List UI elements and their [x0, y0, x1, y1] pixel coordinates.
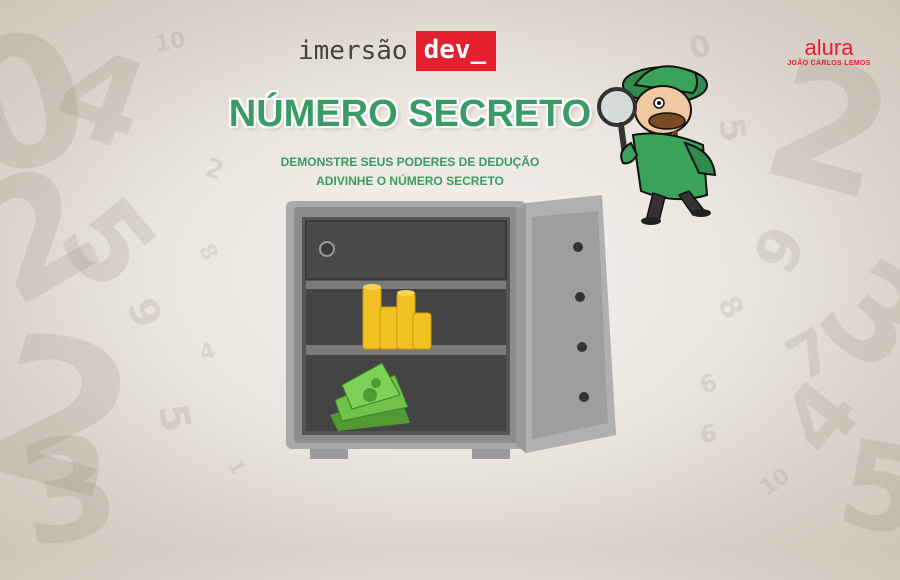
- logo-badge: dev_: [415, 31, 497, 71]
- bg-number: 3: [6, 402, 131, 580]
- subtitle-line-2: ADIVINHE O NÚMERO SECRETO: [316, 174, 504, 188]
- bg-number: 3: [791, 228, 900, 404]
- bg-number: 0: [0, 0, 111, 222]
- bg-number: 1: [223, 454, 251, 480]
- subtitle-line-1: DEMONSTRE SEUS PODERES DE DEDUÇÃO: [280, 155, 540, 169]
- safe-icon: [280, 195, 625, 469]
- bg-number: 6: [695, 367, 721, 401]
- alura-logo: alura: [804, 35, 854, 60]
- bg-number: 4: [196, 338, 220, 367]
- bg-number: 8: [193, 239, 223, 266]
- page-title: NÚMERO SECRETO: [228, 93, 592, 135]
- bg-number: 7: [775, 314, 847, 396]
- bg-number: 8: [710, 289, 751, 326]
- bg-number: 4: [760, 359, 882, 476]
- bg-number: 2: [0, 124, 131, 343]
- alura-brand: alura JOÃO CARLOS LEMOS: [774, 35, 884, 68]
- logo-text: imersão: [298, 36, 408, 66]
- author-name: JOÃO CARLOS LEMOS: [787, 60, 871, 67]
- imersao-dev-logo: imersão dev_: [298, 30, 497, 72]
- subtitle: DEMONSTRE SEUS PODERES DE DEDUÇÃO ADIVIN…: [240, 153, 580, 191]
- bg-number: 5: [148, 400, 199, 436]
- bg-number: 6: [697, 418, 720, 450]
- bg-number: 2: [200, 152, 228, 188]
- bg-number: 10: [153, 27, 188, 58]
- detective-icon: [595, 55, 725, 234]
- bg-number: 5: [828, 413, 900, 566]
- bg-number: 4: [38, 19, 165, 180]
- bg-number: 9: [117, 292, 171, 334]
- bg-number: 9: [740, 214, 822, 286]
- bg-number: 2: [0, 285, 157, 548]
- bg-number: 10: [755, 463, 796, 502]
- bg-number: 5: [34, 173, 182, 315]
